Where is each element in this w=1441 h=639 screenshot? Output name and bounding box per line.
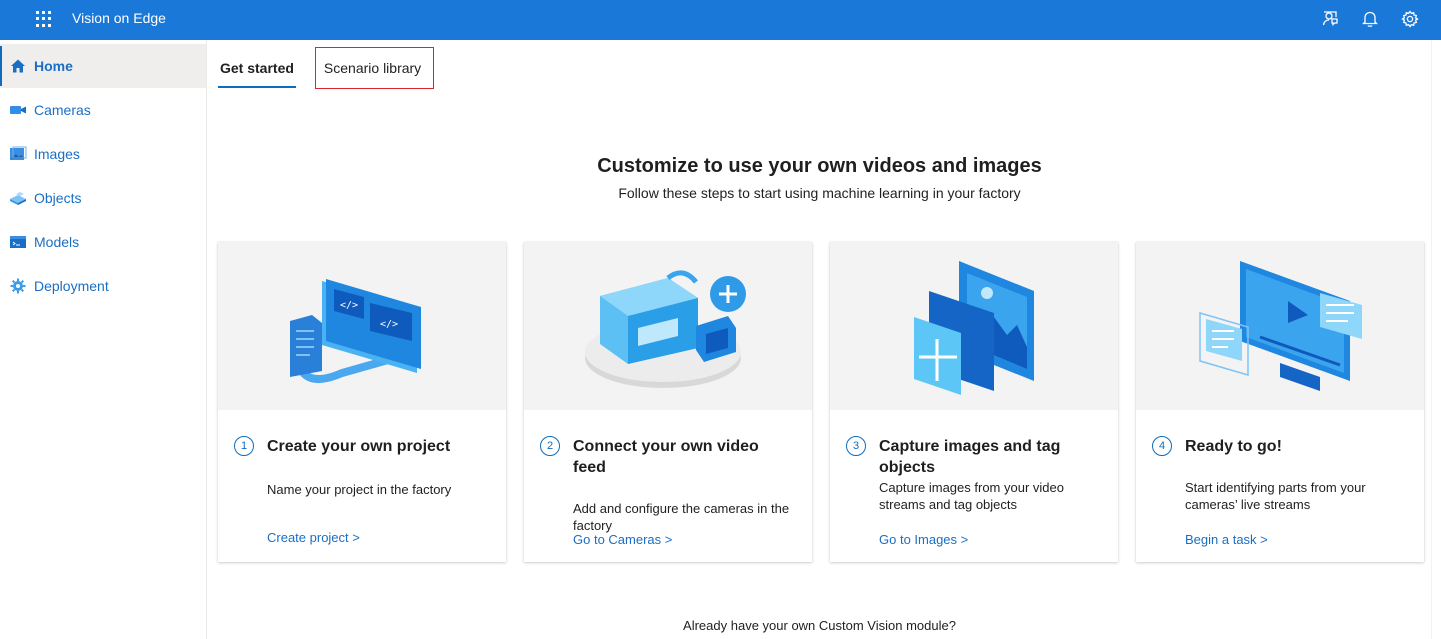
hero-subtitle: Follow these steps to start using machin…: [618, 185, 1021, 201]
step-card-description: Capture images from your video streams a…: [879, 480, 1064, 512]
step-card-body: 3 Capture images and tag objects Capture…: [830, 410, 1118, 513]
tab-get-started[interactable]: Get started: [218, 48, 296, 88]
step-number: 2: [540, 436, 560, 456]
sidebar-item-objects[interactable]: Objects: [0, 176, 206, 220]
top-icons: [1319, 8, 1421, 30]
step-card-body: 1 Create your own project Name your proj…: [218, 410, 506, 498]
models-icon: [8, 232, 28, 252]
ready-illustration: [1136, 242, 1424, 410]
step-card-title: Connect your own video feed: [573, 438, 759, 476]
step-card-description: Name your project in the factory: [267, 482, 452, 497]
step-card-body: 2 Connect your own video feed Add and co…: [524, 410, 812, 534]
sidebar-item-cameras[interactable]: Cameras: [0, 88, 206, 132]
step-cards: </> </> 1 Create your own project Name y…: [218, 242, 1424, 562]
sidebar-item-label: Images: [34, 146, 80, 162]
step-card: </> </> 1 Create your own project Name y…: [218, 242, 506, 562]
waffle-icon[interactable]: [36, 11, 52, 27]
sidebar-item-deployment[interactable]: Deployment: [0, 264, 206, 308]
go-to-cameras-link[interactable]: Go to Cameras >: [573, 532, 672, 547]
begin-task-link[interactable]: Begin a task >: [1185, 532, 1268, 547]
step-card: 4 Ready to go! Start identifying parts f…: [1136, 242, 1424, 562]
step-card: 2 Connect your own video feed Add and co…: [524, 242, 812, 562]
step-card-description: Start identifying parts from your camera…: [1185, 480, 1366, 512]
sidebar-item-models[interactable]: Models: [0, 220, 206, 264]
step-card-title: Create your own project: [267, 438, 451, 455]
sidebar-item-label: Home: [34, 58, 73, 74]
step-card-title: Ready to go!: [1185, 438, 1282, 455]
step-card-title: Capture images and tag objects: [879, 438, 1061, 476]
go-to-images-link[interactable]: Go to Images >: [879, 532, 968, 547]
sidebar-item-label: Objects: [34, 190, 82, 206]
camera-icon: [8, 100, 28, 120]
step-card: 3 Capture images and tag objects Capture…: [830, 242, 1118, 562]
step-card-body: 4 Ready to go! Start identifying parts f…: [1136, 410, 1424, 513]
create-project-link[interactable]: Create project >: [267, 530, 360, 545]
svg-text:</>: </>: [340, 300, 358, 311]
images-icon: [8, 144, 28, 164]
step-number: 3: [846, 436, 866, 456]
tab-scenario-library[interactable]: Scenario library: [314, 47, 435, 89]
bell-icon[interactable]: [1359, 8, 1381, 30]
step-card-description: Add and configure the cameras in the fac…: [573, 501, 790, 533]
home-icon: [8, 56, 28, 76]
deployment-icon: [8, 276, 28, 296]
sidebar-item-label: Deployment: [34, 278, 109, 294]
images-illustration: [830, 242, 1118, 410]
objects-icon: [8, 188, 28, 208]
svg-text:</>: </>: [380, 319, 398, 330]
step-number: 1: [234, 436, 254, 456]
gear-icon[interactable]: [1399, 8, 1421, 30]
custom-vision-note: Already have your own Custom Vision modu…: [683, 618, 956, 633]
app-title: Vision on Edge: [72, 10, 166, 26]
step-number: 4: [1152, 436, 1172, 456]
feedback-icon[interactable]: [1319, 8, 1341, 30]
scrollbar[interactable]: [1431, 40, 1441, 639]
top-bar: Vision on Edge: [0, 0, 1441, 40]
sidebar-item-images[interactable]: Images: [0, 132, 206, 176]
camera-illustration: [524, 242, 812, 410]
sidebar-item-label: Models: [34, 234, 80, 250]
sidebar-item-label: Cameras: [34, 102, 91, 118]
tab-bar: Get started Scenario library: [218, 47, 453, 89]
sidebar: Home Cameras Images Objects Models Deplo…: [0, 40, 207, 639]
project-illustration: </> </>: [218, 242, 506, 410]
sidebar-item-home[interactable]: Home: [0, 44, 206, 88]
hero-title: Customize to use your own videos and ima…: [597, 155, 1042, 177]
main-content: Get started Scenario library Customize t…: [208, 40, 1431, 639]
